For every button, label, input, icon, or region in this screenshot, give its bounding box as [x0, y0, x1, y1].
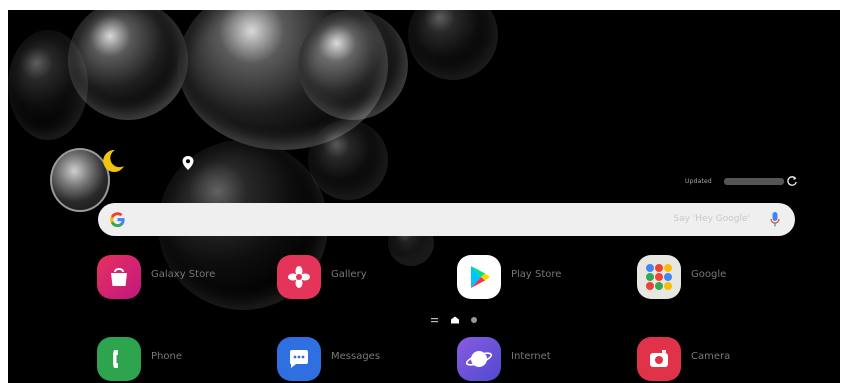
app-google-folder[interactable]: Google — [637, 255, 797, 301]
google-g-icon — [110, 212, 125, 228]
home-screen: Updated Say 'Hey Google' Galaxy Store Ga… — [8, 10, 840, 383]
flower-icon — [288, 266, 310, 288]
app-folder-icon — [637, 255, 681, 299]
app-icon-bg — [97, 337, 141, 381]
app-play-store[interactable]: Play Store — [457, 255, 617, 301]
weather-updated-label: Updated — [685, 178, 712, 185]
app-phone[interactable]: Phone — [97, 337, 257, 383]
phone-icon — [113, 350, 118, 368]
apps-list-icon — [431, 318, 438, 320]
location-pin-icon — [182, 156, 194, 170]
page-indicator[interactable] — [429, 315, 489, 325]
app-label: Messages — [331, 351, 381, 362]
app-label: Phone — [151, 351, 182, 362]
app-messages[interactable]: Messages — [277, 337, 437, 383]
camera-icon — [650, 350, 668, 367]
app-icon-bg — [97, 255, 141, 299]
app-label: Google — [691, 269, 727, 280]
google-search-bar[interactable]: Say 'Hey Google' — [98, 203, 795, 236]
app-label: Play Store — [511, 269, 562, 280]
chat-bubble-icon — [290, 350, 308, 368]
wallpaper-bubble — [68, 10, 188, 120]
play-icon — [471, 266, 490, 288]
home-icon — [451, 316, 459, 324]
search-placeholder: Say 'Hey Google' — [673, 214, 750, 224]
wallpaper-bubble — [308, 120, 388, 200]
page-dot — [471, 317, 477, 323]
apps-list-icon-line — [431, 321, 438, 323]
wallpaper-bubble — [8, 30, 88, 140]
app-icon-bg — [277, 255, 321, 299]
wallpaper-bubble — [298, 10, 408, 120]
mic-icon[interactable] — [769, 211, 781, 228]
app-camera[interactable]: Camera — [637, 337, 797, 383]
app-icon-bg — [457, 255, 501, 299]
app-label: Internet — [511, 351, 551, 362]
moon-icon — [103, 149, 124, 172]
refresh-icon[interactable] — [786, 175, 798, 187]
app-label: Camera — [691, 351, 731, 362]
app-icon-bg — [277, 337, 321, 381]
folder-apps-grid — [646, 264, 672, 290]
app-label: Gallery — [331, 269, 367, 280]
wallpaper-bubble — [408, 10, 498, 80]
app-label: Galaxy Store — [151, 269, 216, 280]
app-icon-bg — [457, 337, 501, 381]
app-internet[interactable]: Internet — [457, 337, 617, 383]
app-gallery[interactable]: Gallery — [277, 255, 437, 301]
shopping-bag-icon — [111, 268, 127, 286]
planet-icon — [465, 351, 493, 367]
weather-updated-time — [724, 178, 784, 185]
app-galaxy-store[interactable]: Galaxy Store — [97, 255, 257, 301]
app-icon-bg — [637, 337, 681, 381]
